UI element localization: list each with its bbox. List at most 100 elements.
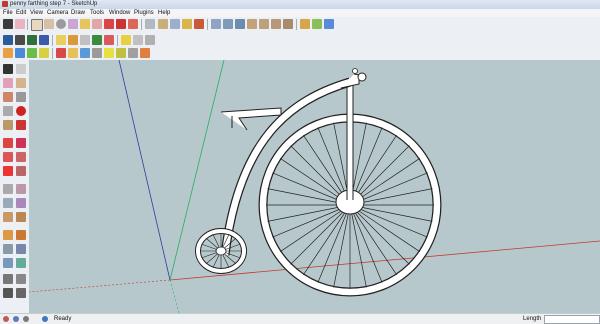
x-ray-icon[interactable] bbox=[145, 35, 155, 45]
position-camera-tool-icon[interactable] bbox=[3, 274, 13, 284]
menu-help[interactable]: Help bbox=[158, 9, 170, 17]
fog-icon[interactable] bbox=[133, 35, 143, 45]
protractor-tool-icon[interactable] bbox=[3, 198, 13, 208]
left-tool-palette bbox=[0, 60, 30, 313]
text-tool-icon[interactable] bbox=[16, 198, 26, 208]
push-pull-icon[interactable] bbox=[80, 19, 90, 29]
smoove-icon[interactable] bbox=[68, 48, 78, 58]
get-models-icon[interactable] bbox=[15, 35, 25, 45]
offset-tool-icon[interactable] bbox=[16, 166, 26, 176]
menu-tools[interactable]: Tools bbox=[90, 9, 104, 17]
sandbox-icon[interactable] bbox=[56, 48, 66, 58]
zoom-icon[interactable] bbox=[211, 19, 221, 29]
walk-icon[interactable] bbox=[27, 48, 37, 58]
rotate-icon[interactable] bbox=[116, 19, 126, 29]
menu-view[interactable]: View bbox=[30, 9, 43, 17]
menu-edit[interactable]: Edit bbox=[16, 9, 26, 17]
geo-location-icon[interactable] bbox=[3, 316, 9, 322]
offset-icon[interactable] bbox=[92, 19, 102, 29]
menu-plugins[interactable]: Plugins bbox=[134, 9, 154, 17]
component-icon[interactable] bbox=[39, 35, 49, 45]
menu-file[interactable]: File bbox=[3, 9, 13, 17]
drape-icon[interactable] bbox=[92, 48, 102, 58]
rotate-tool-icon[interactable] bbox=[3, 152, 13, 162]
move-tool-icon[interactable] bbox=[3, 138, 13, 148]
layer-icon[interactable] bbox=[92, 35, 102, 45]
arc-tool-icon[interactable] bbox=[16, 120, 26, 130]
left-view-icon[interactable] bbox=[312, 19, 322, 29]
orbit-icon[interactable] bbox=[182, 19, 192, 29]
previous-tool-icon[interactable] bbox=[3, 258, 13, 268]
freehand-tool-icon[interactable] bbox=[16, 92, 26, 102]
section-tool-icon[interactable] bbox=[16, 288, 26, 298]
zoom-extents-icon[interactable] bbox=[223, 19, 233, 29]
section-plane-icon[interactable] bbox=[56, 35, 66, 45]
position-camera-icon[interactable] bbox=[15, 48, 25, 58]
select-icon[interactable] bbox=[3, 19, 13, 29]
pan-icon[interactable] bbox=[194, 19, 204, 29]
circle-tool-icon[interactable] bbox=[16, 106, 26, 116]
tape-measure-icon[interactable] bbox=[145, 19, 155, 29]
help-icon[interactable] bbox=[42, 316, 48, 322]
pan-tool-icon[interactable] bbox=[16, 230, 26, 240]
paint-bucket-icon[interactable] bbox=[44, 19, 54, 29]
menu-camera[interactable]: Camera bbox=[47, 9, 68, 17]
line-tool-icon[interactable] bbox=[3, 92, 13, 102]
text-icon[interactable] bbox=[170, 19, 180, 29]
axes-tool-icon[interactable] bbox=[3, 212, 13, 222]
user-icon[interactable] bbox=[23, 316, 29, 322]
rectangle-icon[interactable] bbox=[31, 19, 43, 31]
3d-warehouse-icon[interactable] bbox=[3, 35, 13, 45]
right-view-icon[interactable] bbox=[283, 19, 293, 29]
make-component-icon[interactable] bbox=[16, 64, 26, 74]
eraser-tool-icon[interactable] bbox=[3, 78, 13, 88]
plugin-icon[interactable] bbox=[140, 48, 150, 58]
iso-view-icon[interactable] bbox=[247, 19, 257, 29]
pushpull-tool-icon[interactable] bbox=[16, 138, 26, 148]
top-view-icon[interactable] bbox=[259, 19, 269, 29]
edge-style-icon[interactable] bbox=[128, 48, 138, 58]
3d-text-icon[interactable] bbox=[324, 19, 334, 29]
paint-tool-icon[interactable] bbox=[16, 78, 26, 88]
shadow-icon[interactable] bbox=[121, 35, 131, 45]
scale-icon[interactable] bbox=[128, 19, 138, 29]
solid-tools-icon[interactable] bbox=[80, 35, 90, 45]
orbit-tool-icon[interactable] bbox=[3, 230, 13, 240]
previous-view-icon[interactable] bbox=[235, 19, 245, 29]
model-viewport[interactable] bbox=[29, 60, 600, 313]
circle-icon[interactable] bbox=[56, 19, 66, 29]
rear-wheel bbox=[195, 228, 247, 274]
select-tool-icon[interactable] bbox=[3, 64, 13, 74]
display-section-icon[interactable] bbox=[68, 35, 78, 45]
status-bar: Ready Length bbox=[0, 313, 600, 324]
scale-tool-icon[interactable] bbox=[3, 166, 13, 176]
followme-tool-icon[interactable] bbox=[16, 152, 26, 162]
front-view-icon[interactable] bbox=[271, 19, 281, 29]
look-around-icon[interactable] bbox=[39, 48, 49, 58]
stamp-icon[interactable] bbox=[80, 48, 90, 58]
share-model-icon[interactable] bbox=[27, 35, 37, 45]
styles-icon[interactable] bbox=[104, 35, 114, 45]
toolbar-separator bbox=[141, 19, 142, 30]
zoom-window-tool-icon[interactable] bbox=[16, 244, 26, 254]
dimension-icon[interactable] bbox=[158, 19, 168, 29]
move-icon[interactable] bbox=[104, 19, 114, 29]
flip-edge-icon[interactable] bbox=[116, 48, 126, 58]
add-detail-icon[interactable] bbox=[104, 48, 114, 58]
tape-tool-icon[interactable] bbox=[3, 184, 13, 194]
walk-tool-icon[interactable] bbox=[3, 288, 13, 298]
3dtext-tool-icon[interactable] bbox=[16, 212, 26, 222]
polygon-tool-icon[interactable] bbox=[3, 120, 13, 130]
dimension-tool-icon[interactable] bbox=[16, 184, 26, 194]
lookaround-tool-icon[interactable] bbox=[16, 274, 26, 284]
arc-icon[interactable] bbox=[68, 19, 78, 29]
eraser-icon[interactable] bbox=[15, 19, 25, 29]
zoom-extents-tool-icon[interactable] bbox=[16, 258, 26, 268]
rectangle-tool-icon[interactable] bbox=[3, 106, 13, 116]
credits-icon[interactable] bbox=[13, 316, 19, 322]
camera-icon[interactable] bbox=[3, 48, 13, 58]
back-view-icon[interactable] bbox=[300, 19, 310, 29]
menu-draw[interactable]: Draw bbox=[71, 9, 85, 17]
menu-window[interactable]: Window bbox=[109, 9, 130, 17]
zoom-tool-icon[interactable] bbox=[3, 244, 13, 254]
